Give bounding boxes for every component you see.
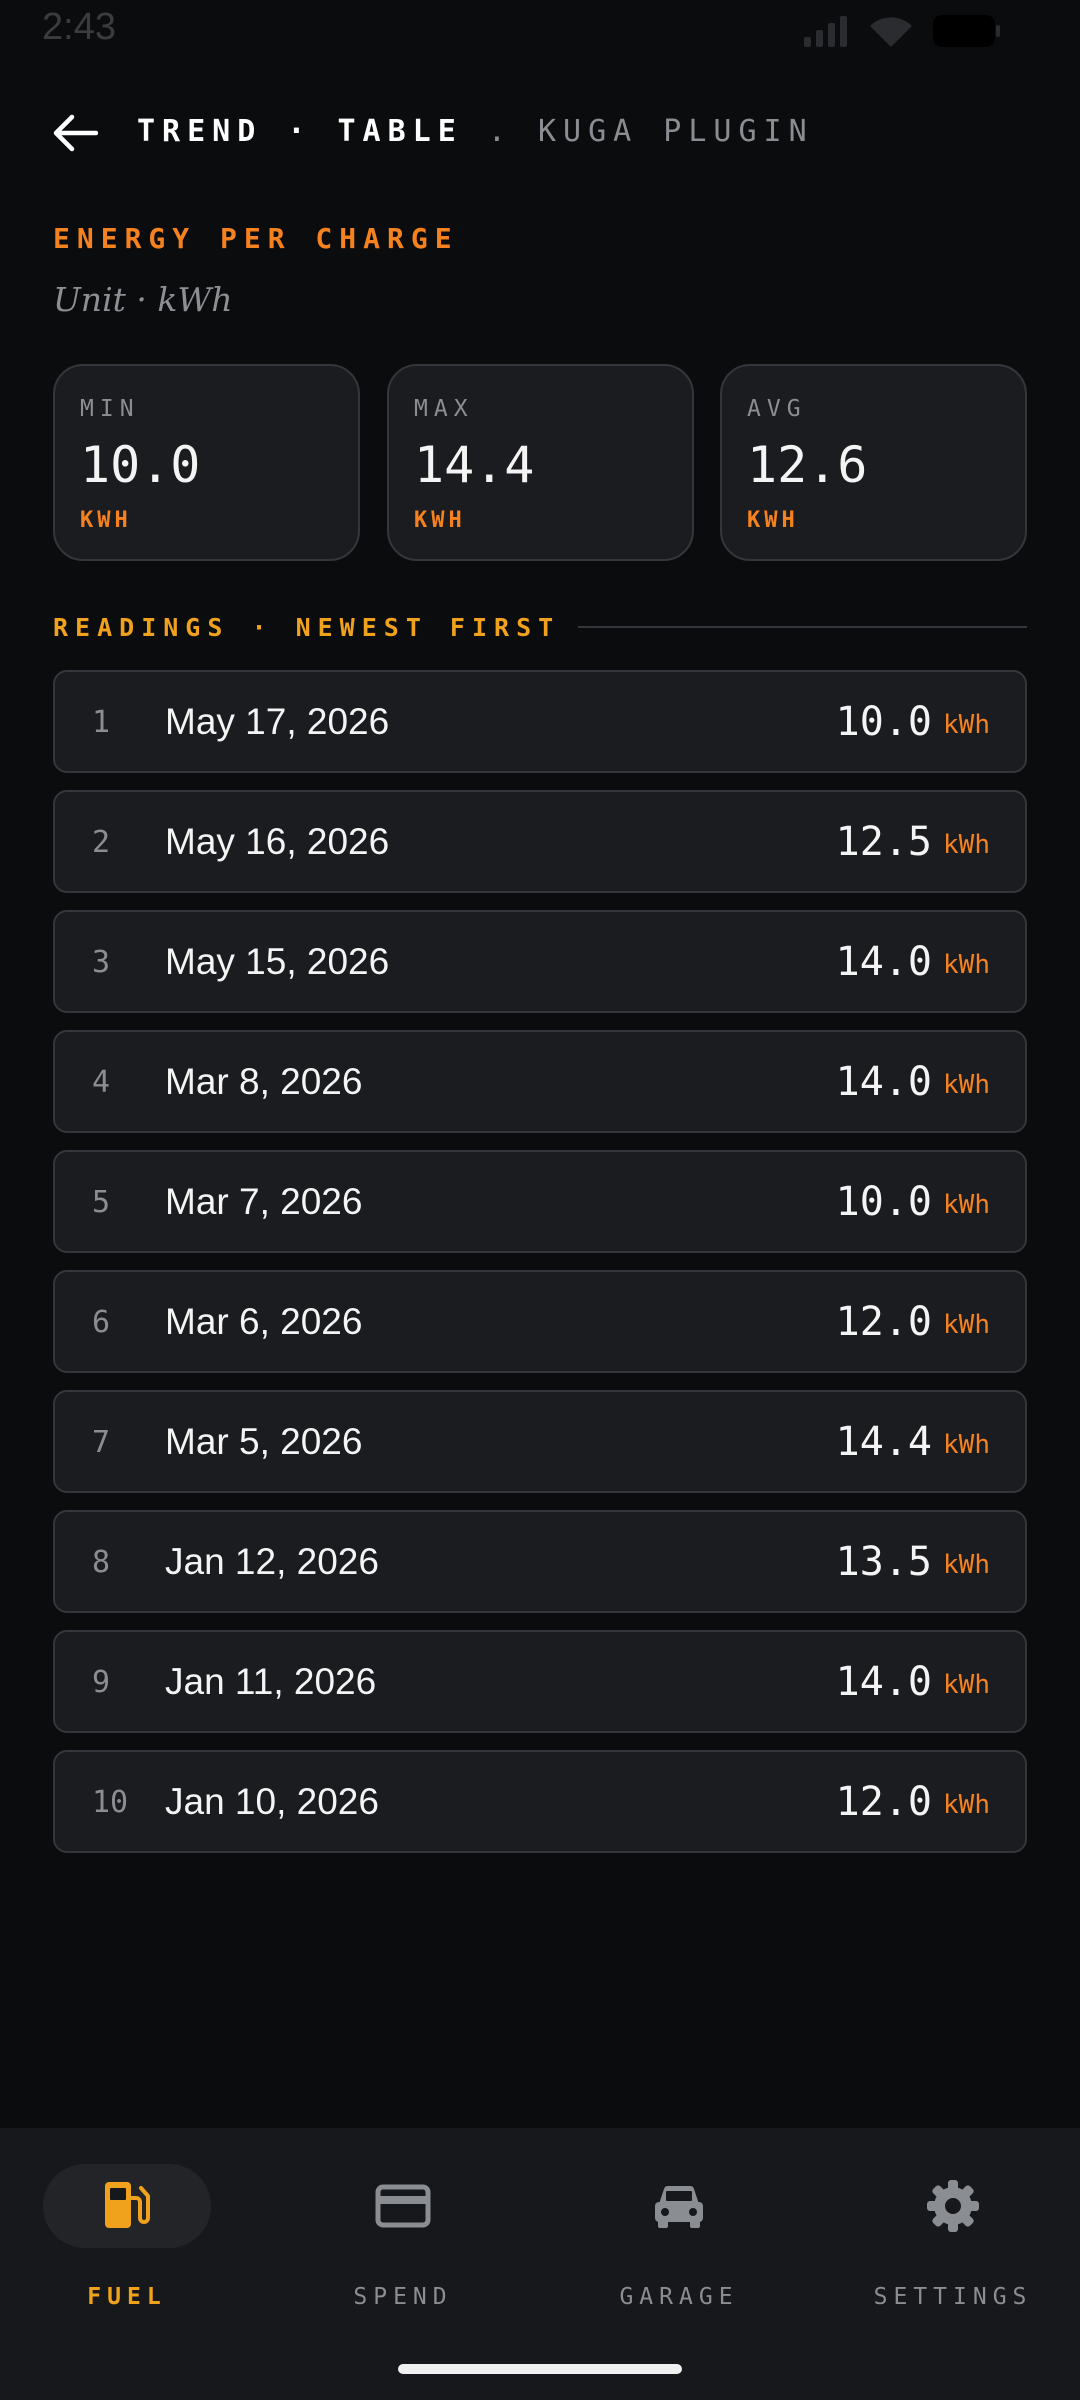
back-button[interactable] (50, 108, 100, 158)
stat-card-max: MAX 14.4 KWH (387, 364, 694, 561)
row-date: Jan 12, 2026 (165, 1541, 379, 1582)
stat-value: 10.0 (80, 436, 201, 494)
row-date: Jan 11, 2026 (165, 1661, 377, 1702)
readings-header: READINGS · NEWEST FIRST (53, 612, 1027, 642)
row-index: 1 (92, 705, 111, 740)
row-index: 2 (92, 825, 111, 860)
stat-label: MAX (414, 396, 474, 422)
page-title: ENERGY PER CHARGE (53, 222, 459, 255)
row-date: May 16, 2026 (165, 821, 390, 862)
row-index: 8 (92, 1545, 111, 1580)
stat-unit: KWH (414, 508, 466, 533)
row-index: 9 (92, 1665, 111, 1700)
breadcrumb-trend[interactable]: TREND (137, 114, 262, 149)
row-value: 12.5 (835, 819, 932, 865)
row-value: 14.0 (835, 1059, 932, 1105)
battery-icon (933, 15, 1000, 47)
row-unit: kWh (943, 950, 990, 980)
row-unit: kWh (943, 1790, 990, 1820)
row-value: 14.0 (835, 1659, 932, 1705)
row-value: 14.0 (835, 939, 932, 985)
nav-label: FUEL (87, 2284, 167, 2310)
stat-unit: KWH (80, 508, 132, 533)
row-value: 14.4 (835, 1419, 932, 1465)
signal-icon (804, 16, 847, 47)
header: TREND · TABLE . KUGA PLUGIN (0, 100, 1080, 164)
stat-card-min: MIN 10.0 KWH (53, 364, 360, 561)
nav-item-garage[interactable]: GARAGE (564, 2164, 794, 2314)
stat-card-avg: AVG 12.6 KWH (720, 364, 1027, 561)
divider (578, 626, 1027, 628)
row-index: 10 (92, 1785, 129, 1820)
row-unit: kWh (943, 1430, 990, 1460)
readings-list: 1 May 17, 2026 10.0 kWh 2 May 16, 2026 1… (53, 670, 1027, 1870)
list-item[interactable]: 3 May 15, 2026 14.0 kWh (53, 910, 1027, 1013)
list-item[interactable]: 9 Jan 11, 2026 14.0 kWh (53, 1630, 1027, 1733)
row-date: May 17, 2026 (165, 701, 390, 742)
row-index: 3 (92, 945, 111, 980)
list-item[interactable]: 4 Mar 8, 2026 14.0 kWh (53, 1030, 1027, 1133)
breadcrumb-separator: . (487, 114, 513, 149)
stat-unit: KWH (747, 508, 799, 533)
arrow-left-icon (53, 114, 98, 152)
row-date: Mar 7, 2026 (165, 1181, 363, 1222)
row-index: 4 (92, 1065, 111, 1100)
stat-label: AVG (747, 396, 807, 422)
breadcrumb-separator: · (287, 114, 313, 149)
row-value: 12.0 (835, 1299, 932, 1345)
status-icons (802, 14, 1002, 48)
row-unit: kWh (943, 1310, 990, 1340)
row-value: 13.5 (835, 1539, 932, 1585)
stat-label: MIN (80, 396, 140, 422)
row-index: 7 (92, 1425, 111, 1460)
wifi-icon (870, 17, 912, 47)
list-item[interactable]: 1 May 17, 2026 10.0 kWh (53, 670, 1027, 773)
status-bar: 2:43 (0, 0, 1080, 60)
car-icon (655, 2185, 703, 2228)
row-unit: kWh (943, 830, 990, 860)
breadcrumb: TREND · TABLE . KUGA PLUGIN (137, 114, 814, 149)
gear-icon (927, 2180, 979, 2232)
row-value: 10.0 (835, 1179, 932, 1225)
row-index: 5 (92, 1185, 111, 1220)
row-unit: kWh (943, 710, 990, 740)
stat-value: 12.6 (747, 436, 868, 494)
list-item[interactable]: 7 Mar 5, 2026 14.4 kWh (53, 1390, 1027, 1493)
nav-label: SPEND (353, 2284, 453, 2310)
breadcrumb-table[interactable]: TABLE (338, 114, 463, 149)
status-time: 2:43 (42, 6, 116, 48)
list-item[interactable]: 8 Jan 12, 2026 13.5 kWh (53, 1510, 1027, 1613)
row-unit: kWh (943, 1670, 990, 1700)
list-item[interactable]: 10 Jan 10, 2026 12.0 kWh (53, 1750, 1027, 1853)
unit-subtitle: Unit · kWh (53, 280, 233, 319)
row-date: Mar 5, 2026 (165, 1421, 363, 1462)
row-value: 12.0 (835, 1779, 932, 1825)
row-unit: kWh (943, 1070, 990, 1100)
row-date: Mar 8, 2026 (165, 1061, 363, 1102)
row-value: 10.0 (835, 699, 932, 745)
row-date: Jan 10, 2026 (165, 1781, 379, 1822)
home-indicator[interactable] (398, 2364, 682, 2374)
row-unit: kWh (943, 1190, 990, 1220)
row-unit: kWh (943, 1550, 990, 1580)
row-date: Mar 6, 2026 (165, 1301, 363, 1342)
bottom-nav: FUEL SPEND GARAGE SETTINGS (0, 2128, 1080, 2400)
nav-item-fuel[interactable]: FUEL (12, 2164, 242, 2314)
stat-value: 14.4 (414, 436, 535, 494)
fuel-pump-icon (105, 2182, 150, 2228)
nav-label: GARAGE (619, 2284, 739, 2310)
readings-title: READINGS · NEWEST FIRST (53, 612, 561, 642)
nav-item-settings[interactable]: SETTINGS (838, 2164, 1068, 2314)
nav-label: SETTINGS (873, 2284, 1033, 2310)
row-index: 6 (92, 1305, 111, 1340)
list-item[interactable]: 5 Mar 7, 2026 10.0 kWh (53, 1150, 1027, 1253)
nav-item-spend[interactable]: SPEND (288, 2164, 518, 2314)
row-date: May 15, 2026 (165, 941, 390, 982)
list-item[interactable]: 2 May 16, 2026 12.5 kWh (53, 790, 1027, 893)
credit-card-icon (375, 2184, 431, 2228)
breadcrumb-vehicle: KUGA PLUGIN (538, 114, 814, 149)
list-item[interactable]: 6 Mar 6, 2026 12.0 kWh (53, 1270, 1027, 1373)
